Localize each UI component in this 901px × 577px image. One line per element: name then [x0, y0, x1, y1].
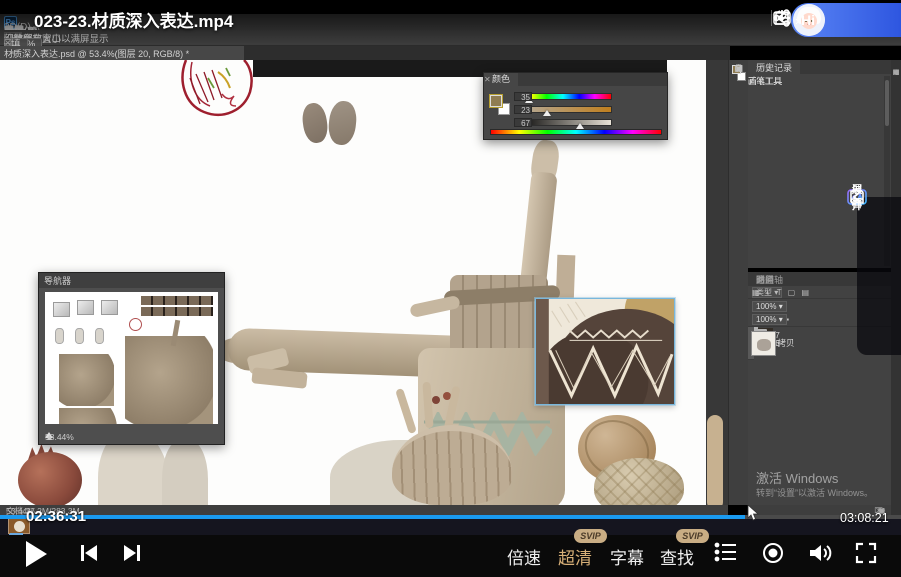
player-top-icons	[771, 6, 781, 30]
current-time: 02:36:31	[26, 508, 86, 525]
chevron-right-icon: ›	[795, 13, 799, 28]
clay-stone	[300, 102, 329, 145]
artwork-stick	[395, 388, 417, 434]
speed-button[interactable]: 倍速	[507, 544, 541, 569]
windows-activation-watermark: 激活 Windows	[756, 468, 838, 487]
svip-badge: SVIP	[676, 529, 709, 543]
artwork-shape	[162, 440, 208, 505]
layer-row[interactable]	[748, 327, 754, 360]
windows-activation-watermark-sub: 转到“设置”以激活 Windows。	[756, 486, 873, 499]
tab-actions[interactable]: 动作	[748, 60, 782, 74]
hue-value[interactable]: 35	[514, 92, 532, 101]
filter-type-icons[interactable]: ▦ ◐ T ▢ ▤	[752, 288, 811, 297]
color-panel-header[interactable]: 颜色 ✕	[484, 73, 667, 86]
total-time: 03:08:21	[840, 511, 889, 525]
account-button[interactable]: Hi ›	[791, 3, 901, 37]
cast-icon[interactable]	[771, 7, 793, 29]
progress-bar[interactable]	[0, 515, 901, 519]
ps-document-tab[interactable]: 材质深入表达.psd @ 53.4%(图层 20, RGB/8) * ×	[0, 46, 244, 60]
quality-button[interactable]: 超清	[558, 544, 592, 569]
color-panel[interactable]: 颜色 ✕ H35 S23 B67	[483, 72, 668, 140]
clay-stone	[327, 100, 358, 147]
close-icon[interactable]: ✕	[44, 275, 52, 286]
close-icon[interactable]: ✕	[484, 75, 491, 84]
artwork-shape	[707, 415, 723, 510]
account-label: Hi	[801, 12, 815, 28]
layer-thumbnail[interactable]	[751, 331, 776, 356]
svip-badge: SVIP	[574, 529, 607, 543]
navigator-title-bar[interactable]: 导航器 ✕	[39, 273, 224, 288]
brush-cursor-ring	[129, 318, 142, 331]
brightness-value[interactable]: 67	[514, 118, 532, 127]
navigator-zoom-bar: 53.44% ▲ ▲	[39, 428, 224, 445]
color-swatches[interactable]	[490, 95, 510, 115]
subtitle-button[interactable]: 字幕	[610, 544, 644, 569]
navigator-preview[interactable]	[45, 292, 218, 424]
artwork-berry	[432, 396, 440, 404]
collapsed-panel-icon[interactable]: ▣	[893, 68, 900, 76]
red-sketch-drawing	[178, 60, 254, 118]
ps-toolbox: ✛▢✇✂✐▧✎✑✏▨◧◔◑✒T◳∿✥ ▣⊡◍	[728, 60, 748, 505]
find-button[interactable]: 查找	[660, 544, 694, 569]
windows-taskbar	[0, 517, 901, 535]
zoom-in-large-icon[interactable]: ▲	[45, 432, 54, 442]
side-button-dock: AI看 课件 展开	[857, 197, 901, 355]
history-panel-header: 历史记录 动作	[748, 60, 891, 74]
tab-close-icon[interactable]: ×	[10, 48, 15, 58]
video-title: 023-23.材质深入表达.mp4	[34, 7, 233, 32]
artwork-pot	[594, 458, 684, 505]
saturation-value[interactable]: 23	[514, 105, 532, 114]
navigator-panel[interactable]: 导航器 ✕ 53.44% ▲ ▲	[38, 272, 225, 445]
layers-panel-tab[interactable]: 时间轴	[748, 272, 791, 286]
progress-played	[0, 515, 745, 519]
color-spectrum-ramp[interactable]	[490, 129, 662, 135]
foreground-color-swatch[interactable]	[490, 95, 502, 107]
opacity-select[interactable]: 100% ▾	[752, 301, 787, 312]
fill-select[interactable]: 100% ▾	[752, 314, 787, 325]
video-player-app: Ps 文件(F)编辑(E)图像(I)图层(L)文字(Y)选择(S)滤镜(T)3D…	[0, 0, 901, 577]
ps-tool-icon[interactable]: ◍	[731, 62, 747, 75]
reference-detail-view[interactable]	[535, 298, 675, 405]
pomegranate	[18, 452, 82, 505]
